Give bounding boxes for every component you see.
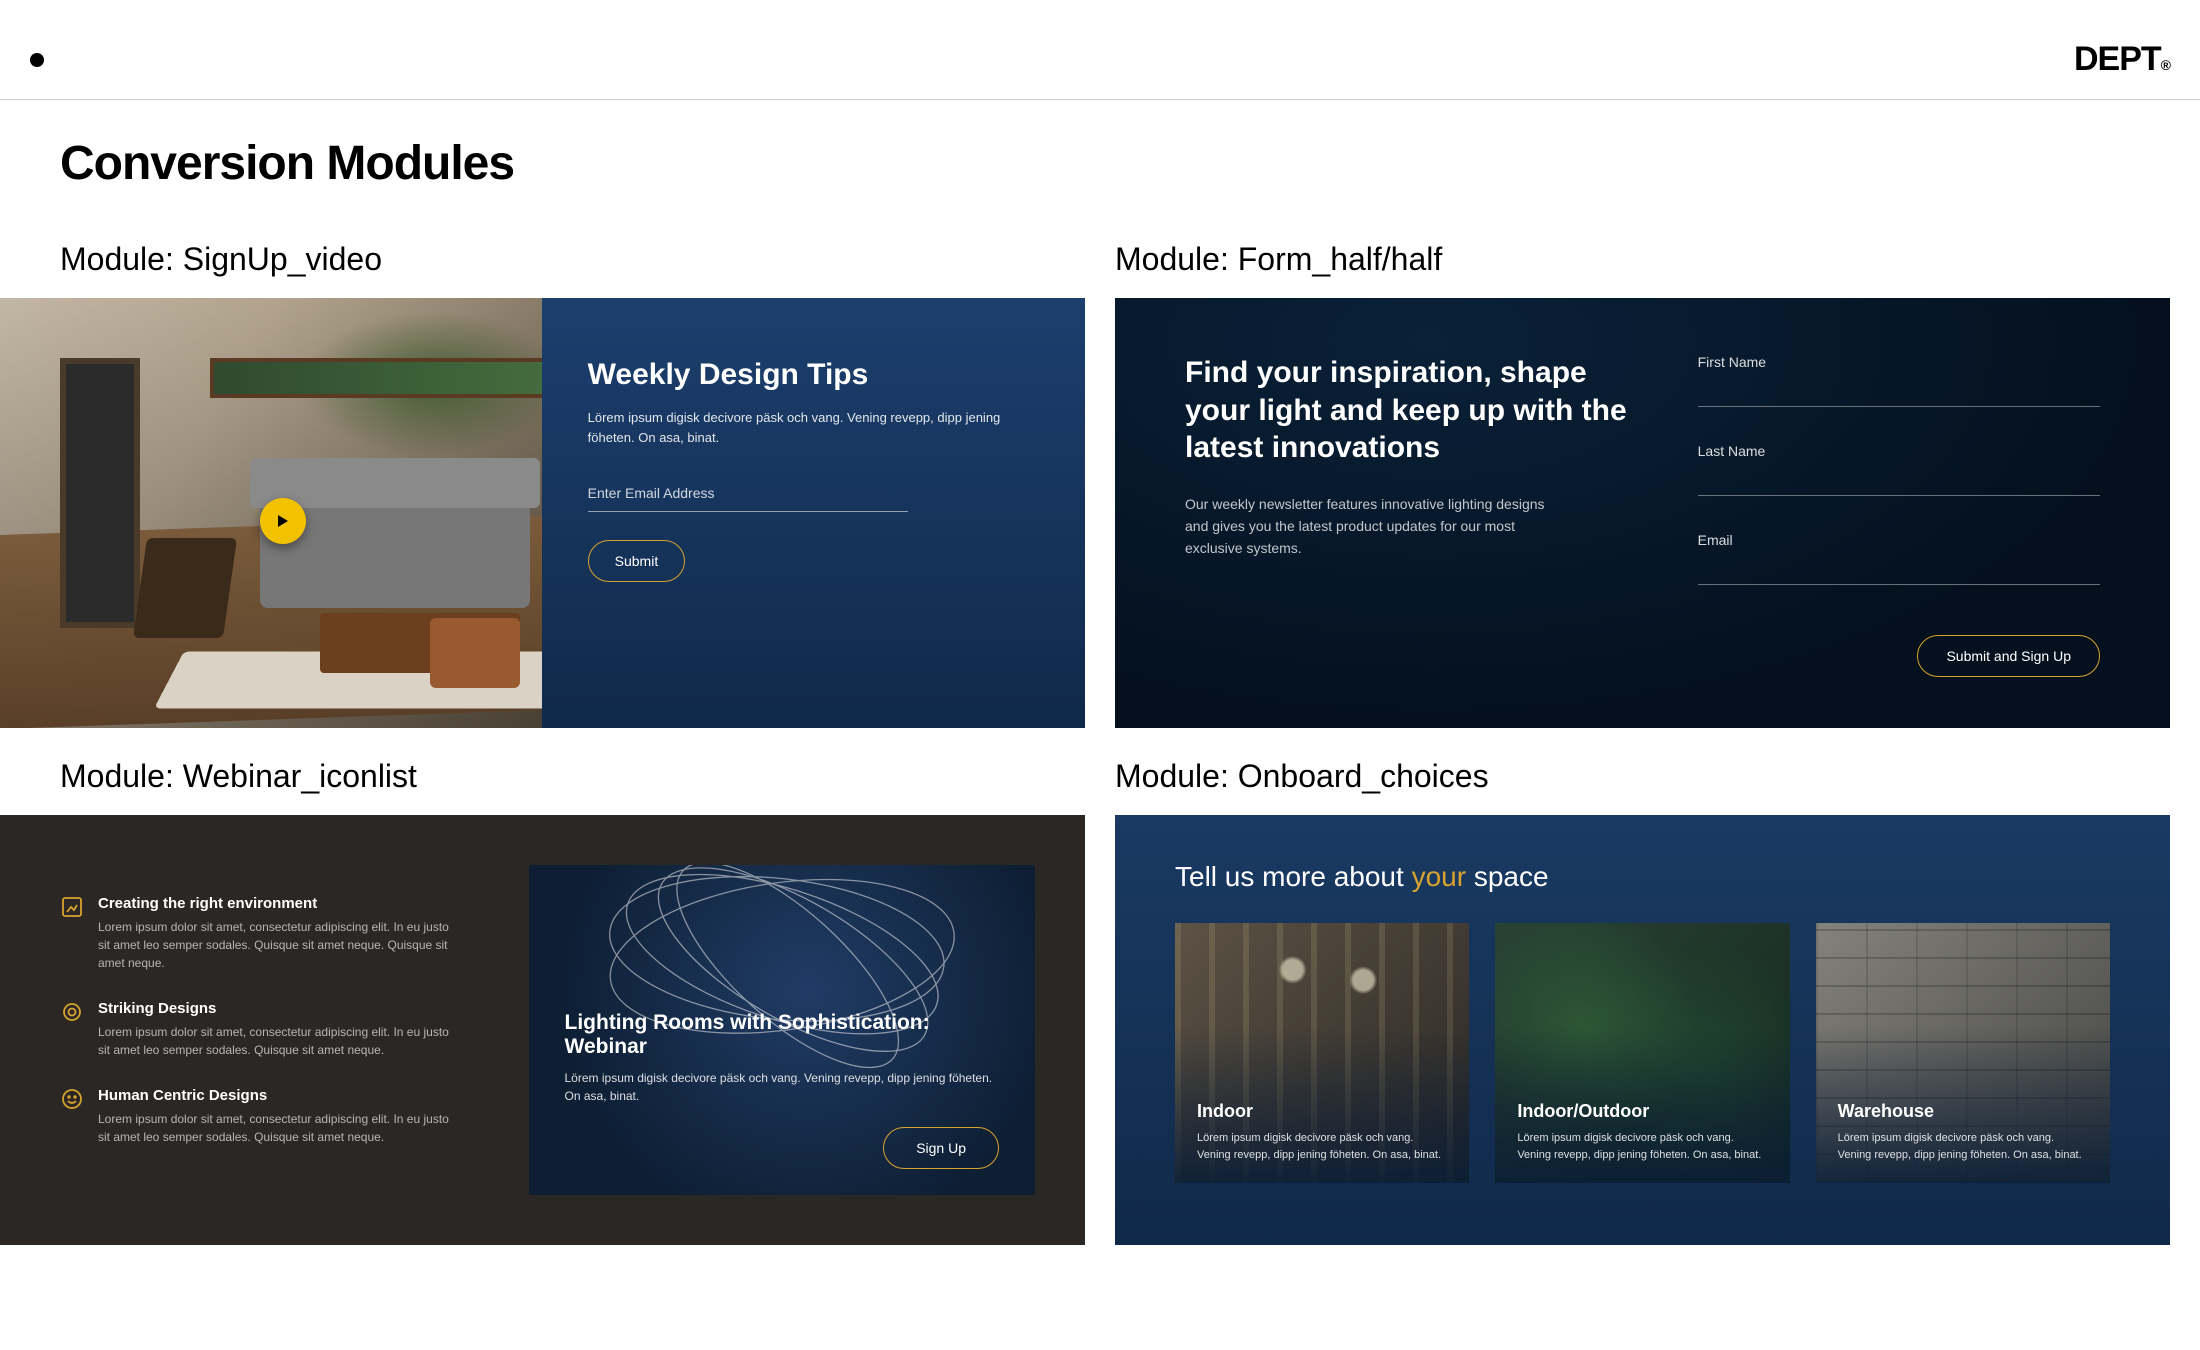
module-label-d: Module: Onboard_choices bbox=[1115, 758, 2200, 795]
form-fields: First Name Last Name Email Submit and Si… bbox=[1698, 354, 2100, 672]
target-icon bbox=[60, 1000, 84, 1024]
top-bar: DEPT® bbox=[0, 0, 2200, 100]
logo-text: DEPT bbox=[2074, 40, 2161, 78]
last-name-label: Last Name bbox=[1698, 443, 2100, 459]
module-form-half: Find your inspiration, shape your light … bbox=[1115, 298, 2170, 728]
cell-onboard-choices: Module: Onboard_choices Tell us more abo… bbox=[1115, 758, 2200, 1245]
cell-form-half: Module: Form_half/half Find your inspira… bbox=[1115, 241, 2200, 728]
item-title: Creating the right environment bbox=[98, 895, 458, 912]
webinar-body: Lörem ipsum digisk decivore päsk och van… bbox=[565, 1069, 1000, 1105]
email-input[interactable] bbox=[588, 475, 908, 512]
webinar-title: Lighting Rooms with Sophistication: Webi… bbox=[565, 1011, 1000, 1059]
first-name-input[interactable] bbox=[1698, 376, 2100, 407]
list-item: Human Centric Designs Lorem ipsum dolor … bbox=[60, 1087, 495, 1146]
swirl-graphic-icon bbox=[529, 865, 1036, 1095]
module-label-a: Module: SignUp_video bbox=[60, 241, 1085, 278]
list-item: Creating the right environment Lorem ips… bbox=[60, 895, 495, 972]
signup-button[interactable]: Sign Up bbox=[883, 1127, 999, 1169]
submit-button[interactable]: Submit bbox=[588, 540, 686, 582]
item-title: Human Centric Designs bbox=[98, 1087, 458, 1104]
last-name-field: Last Name bbox=[1698, 443, 2100, 496]
play-icon bbox=[275, 513, 291, 529]
item-body: Lorem ipsum dolor sit amet, consectetur … bbox=[98, 1110, 458, 1146]
module-label-c: Module: Webinar_iconlist bbox=[60, 758, 1085, 795]
modules-grid: Module: SignUp_video Weekly Design Tips … bbox=[0, 191, 2200, 1245]
frame-icon bbox=[60, 895, 84, 919]
dept-logo: DEPT® bbox=[2074, 40, 2170, 79]
logo-suffix: ® bbox=[2161, 57, 2170, 73]
module-signup-video: Weekly Design Tips Lörem ipsum digisk de… bbox=[0, 298, 1085, 728]
webinar-card: Lighting Rooms with Sophistication: Webi… bbox=[529, 865, 1036, 1195]
item-body: Lorem ipsum dolor sit amet, consectetur … bbox=[98, 1023, 458, 1059]
choice-body: Lörem ipsum digisk decivore päsk och van… bbox=[1838, 1130, 2088, 1163]
accent-word: your bbox=[1412, 861, 1466, 892]
module-onboard-choices: Tell us more about your space Indoor Lör… bbox=[1115, 815, 2170, 1245]
choice-body: Lörem ipsum digisk decivore päsk och van… bbox=[1197, 1130, 1447, 1163]
video-thumbnail bbox=[0, 298, 542, 728]
email-label: Email bbox=[1698, 532, 2100, 548]
smile-icon bbox=[60, 1087, 84, 1111]
item-body: Lorem ipsum dolor sit amet, consectetur … bbox=[98, 918, 458, 972]
last-name-input[interactable] bbox=[1698, 465, 2100, 496]
submit-signup-button[interactable]: Submit and Sign Up bbox=[1917, 635, 2100, 677]
page-dot-icon bbox=[30, 53, 44, 67]
icon-list: Creating the right environment Lorem ips… bbox=[60, 865, 495, 1195]
email-input-b[interactable] bbox=[1698, 554, 2100, 585]
signup-panel: Weekly Design Tips Lörem ipsum digisk de… bbox=[542, 298, 1085, 728]
choice-row: Indoor Lörem ipsum digisk decivore päsk … bbox=[1175, 923, 2110, 1183]
cell-webinar-iconlist: Module: Webinar_iconlist Creating the ri… bbox=[0, 758, 1085, 1245]
signup-title: Weekly Design Tips bbox=[588, 358, 1039, 392]
page-title: Conversion Modules bbox=[60, 136, 2200, 191]
first-name-field: First Name bbox=[1698, 354, 2100, 407]
choice-indoor-outdoor[interactable]: Indoor/Outdoor Lörem ipsum digisk decivo… bbox=[1495, 923, 1789, 1183]
play-button[interactable] bbox=[260, 498, 306, 544]
choice-body: Lörem ipsum digisk decivore päsk och van… bbox=[1517, 1130, 1767, 1163]
form-copy: Find your inspiration, shape your light … bbox=[1185, 354, 1628, 672]
cell-signup-video: Module: SignUp_video Weekly Design Tips … bbox=[0, 241, 1085, 728]
onboard-title: Tell us more about your space bbox=[1175, 861, 2110, 893]
signup-body: Lörem ipsum digisk decivore päsk och van… bbox=[588, 408, 1039, 447]
choice-title: Indoor bbox=[1197, 1101, 1447, 1122]
choice-title: Indoor/Outdoor bbox=[1517, 1101, 1767, 1122]
first-name-label: First Name bbox=[1698, 354, 2100, 370]
choice-warehouse[interactable]: Warehouse Lörem ipsum digisk decivore pä… bbox=[1816, 923, 2110, 1183]
form-body: Our weekly newsletter features innovativ… bbox=[1185, 493, 1545, 560]
choice-title: Warehouse bbox=[1838, 1101, 2088, 1122]
choice-indoor[interactable]: Indoor Lörem ipsum digisk decivore päsk … bbox=[1175, 923, 1469, 1183]
module-webinar-iconlist: Creating the right environment Lorem ips… bbox=[0, 815, 1085, 1245]
list-item: Striking Designs Lorem ipsum dolor sit a… bbox=[60, 1000, 495, 1059]
email-field: Email bbox=[1698, 532, 2100, 585]
item-title: Striking Designs bbox=[98, 1000, 458, 1017]
module-label-b: Module: Form_half/half bbox=[1115, 241, 2200, 278]
form-title: Find your inspiration, shape your light … bbox=[1185, 354, 1628, 467]
